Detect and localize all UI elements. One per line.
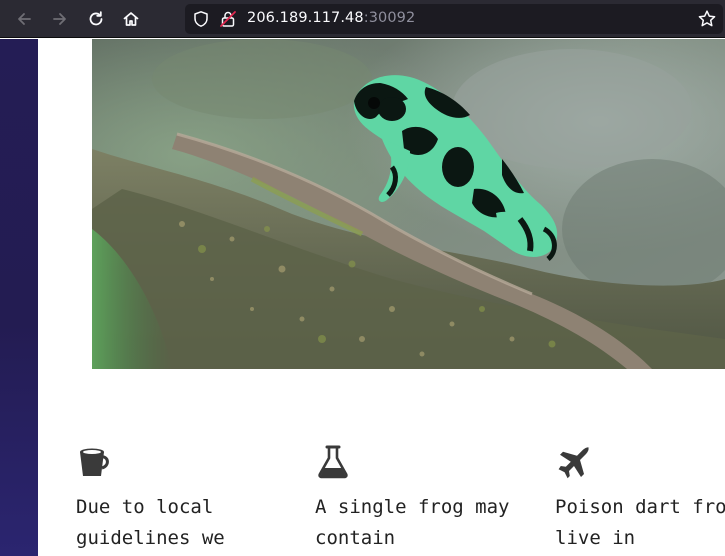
bookmark-star-icon[interactable] bbox=[697, 9, 717, 29]
url-port: :30092 bbox=[363, 10, 416, 26]
flask-icon bbox=[318, 445, 348, 479]
insecure-lock-icon[interactable] bbox=[219, 10, 237, 28]
url-text[interactable]: 206.189.117.48:30092 bbox=[247, 10, 415, 26]
url-host: 206.189.117.48 bbox=[247, 10, 364, 26]
feature-text-1: Due to local guidelines we bbox=[76, 496, 225, 549]
back-button[interactable] bbox=[10, 5, 38, 33]
back-arrow-icon bbox=[18, 13, 31, 25]
browser-toolbar: 206.189.117.48:30092 bbox=[0, 0, 725, 38]
page-content: Due to local guidelines we A single frog… bbox=[38, 39, 725, 556]
address-bar[interactable]: 206.189.117.48:30092 bbox=[185, 4, 723, 34]
feature-text-3: Poison dart frogs live in bbox=[555, 496, 725, 549]
hero-frog-photo bbox=[92, 39, 725, 369]
home-button[interactable] bbox=[117, 5, 145, 33]
frog-photo bbox=[92, 39, 725, 369]
forward-button[interactable] bbox=[46, 5, 74, 33]
airplane-icon bbox=[558, 447, 590, 479]
forward-arrow-icon bbox=[53, 13, 66, 25]
reload-button[interactable] bbox=[82, 5, 110, 33]
reload-icon bbox=[89, 11, 103, 26]
shield-icon[interactable] bbox=[192, 10, 210, 28]
sidebar-strip bbox=[0, 39, 38, 556]
home-icon bbox=[123, 12, 139, 26]
bucket-icon bbox=[80, 448, 109, 476]
feature-text-2: A single frog may contain bbox=[315, 496, 510, 549]
